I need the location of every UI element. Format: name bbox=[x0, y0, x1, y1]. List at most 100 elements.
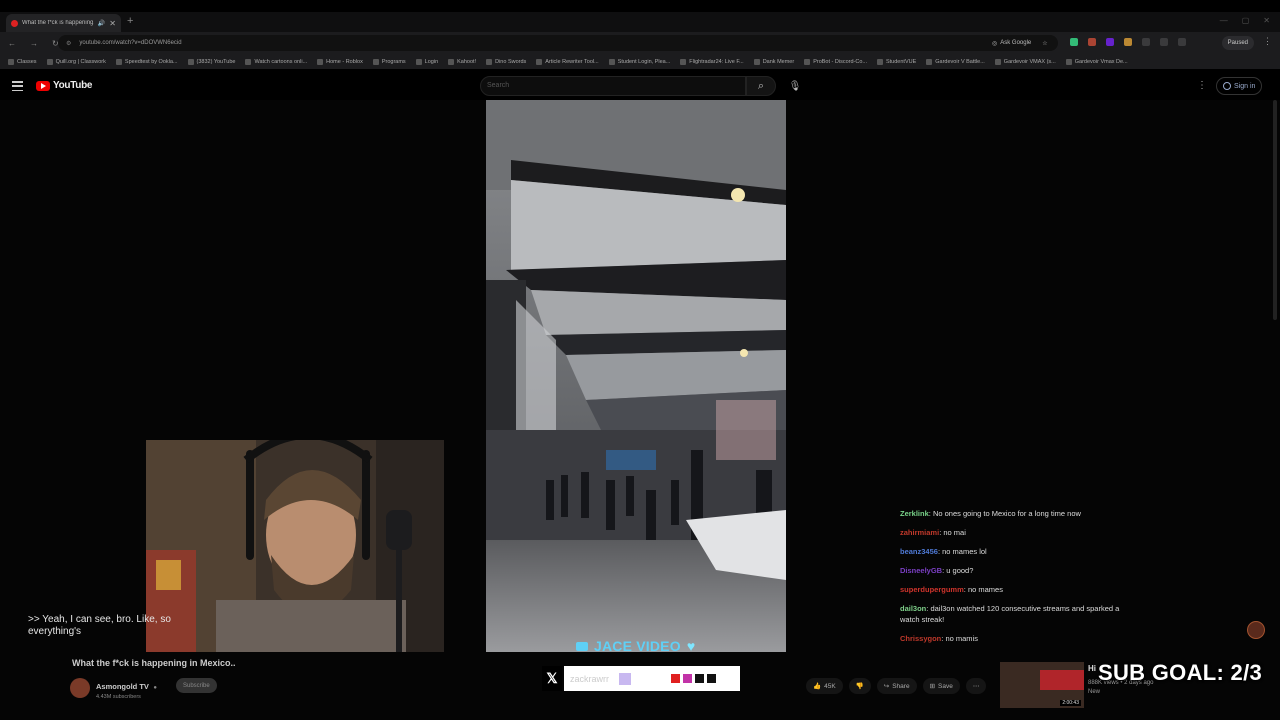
voice-search-button[interactable]: 🎙 bbox=[785, 77, 805, 95]
subscribe-button[interactable]: Subscribe bbox=[176, 678, 217, 693]
account-icon bbox=[1223, 82, 1231, 90]
vertical-video-clip bbox=[486, 100, 786, 652]
close-tab-icon[interactable]: ✕ bbox=[109, 19, 116, 28]
forward-icon[interactable]: → bbox=[30, 39, 38, 48]
youtube-logo-text: YouTube bbox=[53, 80, 93, 91]
bookmark-star-icon[interactable]: ☆ bbox=[1042, 40, 1047, 47]
bookmark-item[interactable]: StudentVUE bbox=[876, 58, 917, 65]
bookmark-icon bbox=[876, 58, 883, 65]
bookmark-item[interactable]: Speedtest by Ookla... bbox=[115, 58, 178, 65]
bookmark-item[interactable]: Login bbox=[415, 58, 439, 65]
x-square-icon bbox=[707, 674, 717, 683]
sign-in-button[interactable]: Sign in bbox=[1216, 77, 1263, 95]
bookmark-label: Login bbox=[424, 58, 439, 65]
chat-text: no mai bbox=[943, 528, 966, 537]
bookmark-item[interactable]: Dank Memer bbox=[753, 58, 795, 65]
bookmark-label: (3832) YouTube bbox=[196, 58, 236, 65]
puzzle-icon[interactable] bbox=[1142, 38, 1150, 46]
video-source-banner: JACE VIDEO ♥ bbox=[576, 638, 695, 654]
bookmark-item[interactable]: Home - Roblox bbox=[317, 58, 363, 65]
bookmark-item[interactable]: Programs bbox=[372, 58, 406, 65]
like-button[interactable]: 👍 45K bbox=[806, 678, 843, 694]
maximize-icon[interactable]: ▢ bbox=[1242, 16, 1250, 25]
speaker-icon[interactable]: 🔊 bbox=[98, 20, 105, 27]
chat-username: beanz3456 bbox=[900, 547, 938, 556]
youtube-icon bbox=[576, 641, 588, 651]
site-info-icon[interactable]: ⚙ bbox=[66, 40, 71, 47]
channel-avatar[interactable] bbox=[70, 678, 90, 698]
share-label: Share bbox=[892, 682, 910, 690]
bookmark-icon bbox=[372, 58, 379, 65]
sign-in-label: Sign in bbox=[1234, 82, 1256, 90]
page-scrollbar[interactable] bbox=[1273, 100, 1277, 320]
hamburger-menu-icon[interactable] bbox=[12, 81, 23, 91]
bookmark-item[interactable]: Gardevoir Vmax De... bbox=[1065, 58, 1128, 65]
heart-icon: ♥ bbox=[686, 638, 696, 654]
chat-text: No ones going to Mexico for a long time … bbox=[932, 509, 1081, 518]
channel-info[interactable]: Asmongold TV ● 4.43M subscribers bbox=[70, 676, 157, 700]
sub-goal-overlay: SUB GOAL: 2/3 bbox=[1098, 660, 1263, 685]
chat-overlay: Zerklink: No ones going to Mexico for a … bbox=[900, 504, 1130, 648]
close-window-icon[interactable]: ✕ bbox=[1263, 16, 1270, 25]
back-icon[interactable]: ← bbox=[8, 39, 16, 48]
recommended-thumbnail[interactable]: 2:00:43 bbox=[1000, 662, 1084, 708]
bookmark-item[interactable]: Quill.org | Classwork bbox=[46, 58, 106, 65]
minimize-icon[interactable]: — bbox=[1220, 16, 1228, 25]
more-actions-button[interactable]: ⋯ bbox=[965, 678, 987, 694]
search-input[interactable]: Search bbox=[480, 76, 746, 96]
youtube-logo[interactable]: YouTube bbox=[36, 80, 93, 91]
settings-menu-icon[interactable]: ⋮ bbox=[1197, 80, 1207, 91]
browser-menu-icon[interactable]: ⋮ bbox=[1263, 36, 1272, 47]
bookmark-item[interactable]: ProBot - Discord-Co... bbox=[804, 58, 867, 65]
bookmark-item[interactable]: Gardevoir V Battle... bbox=[926, 58, 985, 65]
share-button[interactable]: ↪ Share bbox=[876, 678, 917, 694]
bookmark-icon bbox=[245, 58, 252, 65]
bookmark-label: Kahoot! bbox=[457, 58, 477, 65]
bookmark-icon bbox=[536, 58, 543, 65]
more-icon: ⋯ bbox=[972, 683, 980, 690]
bookmark-item[interactable]: Flightradar24: Live F... bbox=[680, 58, 744, 65]
dislike-button[interactable]: 👎 bbox=[848, 678, 871, 694]
bookmark-item[interactable]: Kahoot! bbox=[448, 58, 477, 65]
bookmark-icon bbox=[804, 58, 811, 65]
browser-tab[interactable]: What the f*ck is happening... 🔊 ✕ bbox=[6, 14, 121, 32]
bookmark-item[interactable]: Article Rewriter Tool... bbox=[536, 58, 599, 65]
bookmark-label: Flightradar24: Live F... bbox=[689, 58, 744, 65]
bookmark-label: Classes bbox=[17, 58, 37, 65]
sidebar-icon[interactable] bbox=[1160, 38, 1168, 46]
profile-paused-button[interactable]: Paused bbox=[1221, 36, 1254, 50]
bookmark-label: Student Login, Plea... bbox=[617, 58, 671, 65]
bookmark-label: Dank Memer bbox=[762, 58, 795, 65]
search-button[interactable]: ⌕ bbox=[746, 76, 776, 96]
new-tab-button[interactable]: + bbox=[127, 15, 133, 27]
bookmark-item[interactable]: Gardevoir VMAX (s... bbox=[994, 58, 1056, 65]
extension-icon[interactable] bbox=[1088, 38, 1096, 46]
save-button[interactable]: ⊞ Save bbox=[922, 678, 960, 694]
bookmark-item[interactable]: Watch cartoons onli... bbox=[245, 58, 307, 65]
chat-username: zahirmiami bbox=[900, 528, 940, 537]
omnibox[interactable]: ⚙ youtube.com/watch?v=dDOVWN6ecid bbox=[58, 35, 1058, 51]
thumbs-down-icon: 👎 bbox=[855, 683, 864, 690]
bookmark-item[interactable]: Student Login, Plea... bbox=[608, 58, 671, 65]
save-icon: ⊞ bbox=[929, 683, 936, 690]
extension-icon[interactable] bbox=[1106, 38, 1114, 46]
chat-message: Zerklink: No ones going to Mexico for a … bbox=[900, 504, 1130, 523]
thumbnail-red-banner bbox=[1040, 670, 1084, 690]
social-handle: zackrawrr bbox=[570, 673, 610, 684]
channel-name[interactable]: Asmongold TV bbox=[96, 682, 149, 691]
bookmark-label: Gardevoir V Battle... bbox=[935, 58, 985, 65]
extension-icon[interactable] bbox=[1070, 38, 1078, 46]
bookmark-item[interactable]: Classes bbox=[8, 58, 37, 65]
bookmark-label: Gardevoir Vmax De... bbox=[1074, 58, 1128, 65]
extension-icon[interactable] bbox=[1124, 38, 1132, 46]
verified-icon: ● bbox=[153, 685, 157, 691]
bookmark-label: Article Rewriter Tool... bbox=[545, 58, 599, 65]
bookmark-label: StudentVUE bbox=[885, 58, 917, 65]
reading-list-icon[interactable] bbox=[1178, 38, 1186, 46]
ask-google-button[interactable]: ◎ Ask Google ☆ bbox=[992, 36, 1048, 50]
bookmark-item[interactable]: Dino Swords bbox=[486, 58, 526, 65]
bookmark-item[interactable]: (3832) YouTube bbox=[187, 58, 236, 65]
youtube-play-icon bbox=[36, 80, 50, 91]
bookmark-icon bbox=[753, 58, 760, 65]
url-text: youtube.com/watch?v=dDOVWN6ecid bbox=[79, 40, 182, 46]
